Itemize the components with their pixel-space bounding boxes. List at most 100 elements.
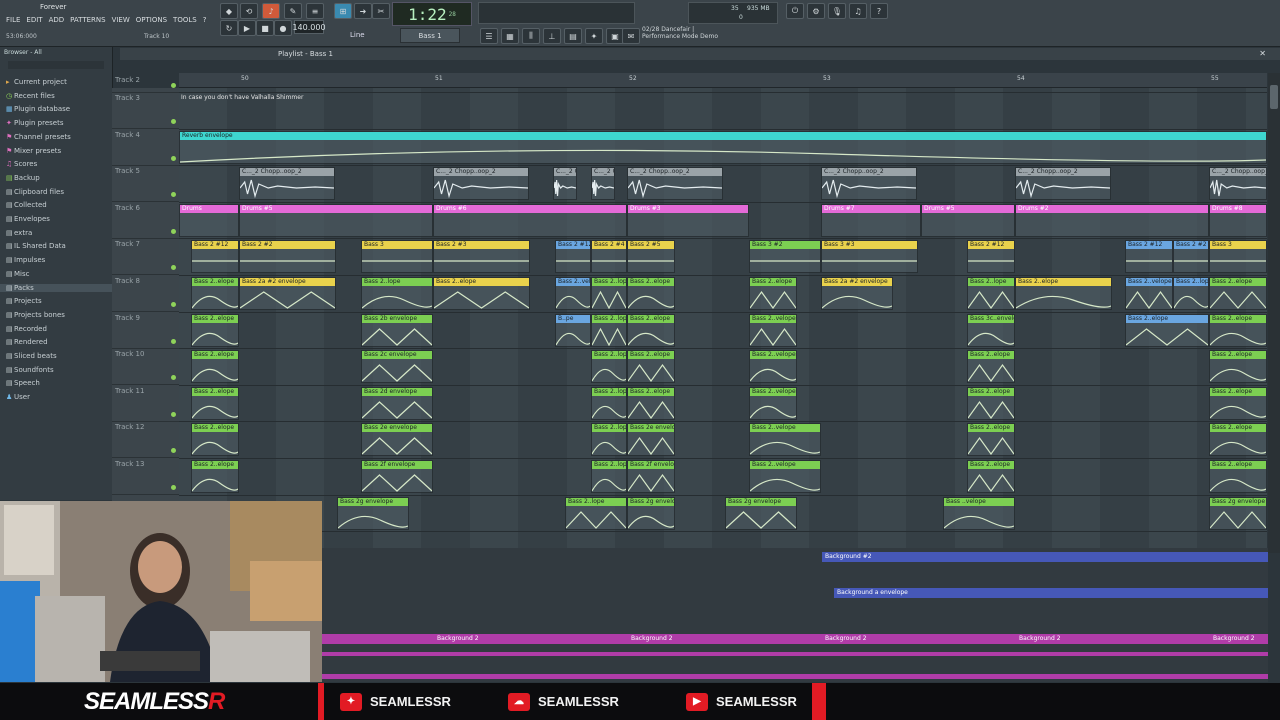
bass-clip[interactable]: Bass 3 #2: [749, 240, 821, 274]
audio-icon[interactable]: ♫: [849, 3, 867, 19]
envelope-clip[interactable]: Bass 2..elope: [1209, 460, 1267, 493]
browser-icon[interactable]: ▤: [564, 28, 582, 44]
envelope-clip[interactable]: Bass 2..elope: [191, 423, 239, 457]
track-header[interactable]: Track 13: [112, 458, 179, 495]
audio-clip[interactable]: C..._2 Chopp..oop_2: [433, 167, 529, 201]
reverb-envelope-clip[interactable]: Reverb envelope: [179, 130, 1267, 164]
drums-clip[interactable]: Drums #8: [1209, 203, 1267, 237]
track-header[interactable]: Track 3: [112, 92, 179, 129]
browser-item-projects[interactable]: ▤Projects: [6, 297, 42, 305]
browser-item-user[interactable]: ♟ User: [6, 393, 30, 401]
track-active-led[interactable]: [171, 485, 176, 490]
track-header[interactable]: Track 9: [112, 312, 179, 349]
timeline-ruler[interactable]: 50 51 52 53 54 55: [179, 73, 1267, 88]
browser-item-clipboard-files[interactable]: ▤Clipboard files: [6, 188, 64, 196]
drums-clip[interactable]: Drums #2: [1015, 203, 1209, 237]
track-active-led[interactable]: [171, 338, 176, 344]
drums-clip[interactable]: Drums #7: [821, 203, 921, 237]
envelope-clip[interactable]: Bass 2..elope: [191, 460, 239, 493]
background-clip[interactable]: Background 2: [434, 634, 514, 644]
snap-mode[interactable]: Line: [350, 31, 365, 39]
bass-clip[interactable]: Bass 2 #12: [967, 240, 1015, 274]
envelope-clip[interactable]: Bass 2..elope: [1015, 277, 1112, 310]
browser-item-speech[interactable]: ▤Speech: [6, 379, 40, 387]
browser-item-projects-bones[interactable]: ▤Projects bones: [6, 311, 65, 319]
envelope-clip[interactable]: Bass 2..elope: [191, 313, 239, 347]
bass-clip[interactable]: Bass 2 #12: [555, 240, 591, 274]
envelope-clip[interactable]: Bass 2..elope: [1209, 386, 1267, 420]
browser-item-mixer-presets[interactable]: ⚑ Mixer presets: [6, 147, 61, 155]
bass-clip[interactable]: Bass 2 #5: [627, 240, 675, 274]
track-header[interactable]: Track 6: [112, 202, 179, 239]
drums-clip[interactable]: Drums #5: [921, 203, 1015, 237]
drums-clip[interactable]: Drums #6: [433, 203, 627, 237]
track-header[interactable]: Track 10: [112, 348, 179, 386]
audio-clip[interactable]: C..._2 Chopp..oop_2: [553, 167, 577, 201]
envelope-clip[interactable]: Bass 2..elope: [967, 350, 1015, 384]
envelope-clip[interactable]: Bass 2e envelope: [361, 423, 433, 457]
blend-notes-button[interactable]: ≡: [306, 3, 324, 19]
track-active-led[interactable]: [171, 192, 176, 198]
scrollbar-thumb[interactable]: [1270, 85, 1278, 109]
envelope-clip[interactable]: Bass 2..lope: [565, 496, 627, 530]
browser-item-packs[interactable]: ▤Packs: [0, 283, 112, 292]
bass-clip[interactable]: Bass 3: [1209, 240, 1267, 274]
envelope-clip[interactable]: Bass 2..elope: [1209, 423, 1267, 457]
envelope-clip[interactable]: Bass 2f envelope: [361, 460, 433, 493]
envelope-clip[interactable]: Bass 2..elope: [967, 460, 1015, 493]
arrow-icon[interactable]: ➜: [354, 3, 372, 19]
menu-help[interactable]: ?: [203, 16, 207, 24]
envelope-clip[interactable]: Bass 2f envelope: [627, 460, 675, 493]
envelope-clip[interactable]: Bass 2..elope: [627, 277, 675, 310]
background-clip[interactable]: Background 2: [1210, 634, 1268, 644]
envelope-clip[interactable]: Bass 2..elope: [1209, 313, 1267, 347]
envelope-clip[interactable]: Bass 2g envelope: [337, 496, 409, 530]
envelope-clip[interactable]: Bass 2g envelope: [1209, 496, 1267, 530]
envelope-clip[interactable]: Bass 2..lope: [361, 277, 433, 310]
envelope-clip[interactable]: Bass 2g envelope: [627, 496, 675, 530]
tempo-display[interactable]: 140.000: [292, 20, 326, 34]
bass-clip[interactable]: Bass 2 #2: [1173, 240, 1209, 274]
envelope-clip[interactable]: Bass 2c envelope: [361, 350, 433, 384]
envelope-clip[interactable]: Bass 2..lope: [1173, 277, 1209, 310]
envelope-clip[interactable]: Bass 2g envelope: [725, 496, 797, 530]
envelope-clip[interactable]: Bass 2..elope: [967, 386, 1015, 420]
step-edit-button[interactable]: ✎: [284, 3, 302, 19]
audio-clip[interactable]: C..._2 Chopp..oop_2: [627, 167, 723, 201]
microphone-icon[interactable]: 🎙: [828, 3, 846, 19]
online-news-icon[interactable]: ✉: [622, 28, 640, 44]
envelope-clip[interactable]: Bass 2..velope: [749, 423, 821, 457]
track-active-led[interactable]: [171, 375, 176, 381]
background-clip[interactable]: Background 2: [1016, 634, 1096, 644]
browser-item-current-project[interactable]: ▸ Current project: [6, 78, 67, 86]
track-header[interactable]: Track 4: [112, 129, 179, 166]
track-active-led[interactable]: [171, 228, 176, 234]
envelope-clip[interactable]: Bass 2..elope: [191, 277, 239, 310]
browser-item-impulses[interactable]: ▤Impulses: [6, 256, 45, 264]
envelope-clip[interactable]: Bass 2..lope: [591, 277, 627, 310]
cut-icon[interactable]: ✂: [372, 3, 390, 19]
envelope-clip[interactable]: Bass 2..elope: [967, 423, 1015, 457]
drums-clip[interactable]: Drums #3: [627, 203, 749, 237]
browser-item-rendered[interactable]: ▤Rendered: [6, 338, 48, 346]
background-envelope[interactable]: Background a envelope: [834, 588, 1268, 598]
stop-icon[interactable]: ■: [256, 20, 274, 36]
mixer-icon[interactable]: ⊥: [543, 28, 561, 44]
browser-item-il-shared-data[interactable]: ▤IL Shared Data: [6, 242, 66, 250]
menu-add[interactable]: ADD: [49, 16, 65, 24]
browser-item-backup[interactable]: ▤Backup: [6, 174, 40, 182]
track-active-led[interactable]: [171, 265, 176, 271]
envelope-clip[interactable]: Bass 2..elope: [1209, 350, 1267, 384]
audio-clip[interactable]: C..._2 Chopp..oop_2: [591, 167, 615, 201]
envelope-clip[interactable]: Bass 2e envelope: [627, 423, 675, 457]
audio-clip[interactable]: C..._2 Chopp..oop_2: [1209, 167, 1267, 201]
browser-item-misc[interactable]: ▤Misc: [6, 270, 29, 278]
envelope-clip[interactable]: Bass 2a #2 envelope: [239, 277, 336, 310]
playlist-grid[interactable]: In case you don't have Valhalla Shimmer R…: [179, 88, 1267, 548]
bass-clip[interactable]: Bass 2 #12: [1125, 240, 1173, 274]
track-active-led[interactable]: [171, 411, 176, 417]
envelope-clip[interactable]: Bass 2..lope: [591, 313, 627, 347]
envelope-clip[interactable]: Bass 2..velope: [749, 386, 797, 420]
metronome-button[interactable]: ♪: [262, 3, 280, 19]
background-clip[interactable]: Background 2: [822, 634, 902, 644]
